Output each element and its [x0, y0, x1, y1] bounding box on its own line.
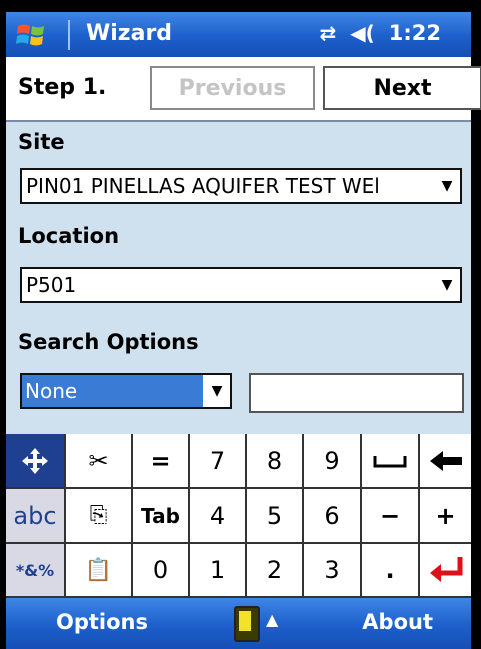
enter-key[interactable]	[420, 544, 471, 598]
options-menu[interactable]: Options	[56, 610, 148, 634]
key-8[interactable]: 8	[247, 434, 304, 489]
previous-button[interactable]: Previous	[150, 66, 315, 110]
caret-up-icon[interactable]: ▲	[266, 610, 278, 629]
about-menu[interactable]: About	[362, 610, 433, 634]
key-0[interactable]: 0	[133, 544, 190, 598]
key-equals[interactable]: =	[133, 434, 190, 489]
search-options-value: None	[22, 375, 203, 407]
search-options-label: Search Options	[18, 330, 199, 354]
chevron-down-icon[interactable]: ▼	[434, 269, 460, 301]
clock[interactable]: 1:22	[389, 21, 441, 45]
copy-key[interactable]: ⎘	[66, 489, 133, 544]
location-dropdown[interactable]: P501 ▼	[20, 267, 462, 303]
abc-key[interactable]: abc	[6, 489, 66, 544]
space-icon	[373, 455, 407, 467]
paste-key[interactable]: 📋	[66, 544, 133, 598]
location-label: Location	[18, 224, 120, 248]
chevron-down-icon[interactable]: ▼	[434, 170, 460, 202]
backspace-key[interactable]	[420, 434, 471, 489]
backspace-arrow-icon	[429, 450, 462, 471]
menu-bar: Options ▲ About	[6, 598, 471, 649]
soft-keyboard: ✂ = 7 8 9 abc ⎘ Tab 4 5 6 − + *&% 📋 0 1 …	[6, 434, 471, 598]
key-4[interactable]: 4	[190, 489, 247, 544]
key-9[interactable]: 9	[304, 434, 362, 489]
titlebar-divider	[68, 20, 70, 50]
tab-key[interactable]: Tab	[133, 489, 190, 544]
status-area: ⇄ ◀( 1:22	[319, 21, 441, 45]
key-7[interactable]: 7	[190, 434, 247, 489]
key-2[interactable]: 2	[247, 544, 304, 598]
wizard-form: Site PIN01 PINELLAS AQUIFER TEST WEl ▼ L…	[6, 122, 471, 434]
symbols-key[interactable]: *&%	[6, 544, 66, 598]
scissors-icon: ✂	[88, 446, 109, 475]
search-text-input[interactable]	[249, 373, 464, 413]
windows-start-icon[interactable]	[16, 20, 46, 50]
space-key[interactable]	[362, 434, 420, 489]
next-button[interactable]: Next	[323, 66, 481, 110]
window-title: Wizard	[86, 21, 173, 46]
key-1[interactable]: 1	[190, 544, 247, 598]
cut-key[interactable]: ✂	[66, 434, 133, 489]
key-plus[interactable]: +	[420, 489, 471, 544]
move-arrows-icon	[22, 447, 48, 474]
enter-arrow-icon	[429, 557, 462, 582]
connectivity-icon[interactable]: ⇄	[319, 21, 336, 45]
key-5[interactable]: 5	[247, 489, 304, 544]
key-minus[interactable]: −	[362, 489, 420, 544]
volume-icon[interactable]: ◀(	[350, 21, 375, 45]
site-value: PIN01 PINELLAS AQUIFER TEST WEl	[26, 174, 380, 198]
copy-icon: ⎘	[89, 503, 108, 528]
location-value: P501	[26, 273, 77, 297]
key-6[interactable]: 6	[304, 489, 362, 544]
search-options-dropdown[interactable]: None ▼	[20, 373, 232, 409]
title-bar: Wizard ⇄ ◀( 1:22	[6, 12, 471, 57]
input-panel-icon[interactable]	[234, 606, 260, 642]
site-label: Site	[18, 130, 65, 154]
clipboard-icon: 📋	[84, 557, 113, 583]
step-label: Step 1.	[18, 75, 107, 100]
key-period[interactable]: .	[362, 544, 420, 598]
site-dropdown[interactable]: PIN01 PINELLAS AQUIFER TEST WEl ▼	[20, 168, 462, 204]
chevron-down-icon[interactable]: ▼	[204, 375, 230, 407]
key-3[interactable]: 3	[304, 544, 362, 598]
navigate-key[interactable]	[6, 434, 66, 489]
wizard-step-bar: Step 1. Previous Next	[6, 57, 481, 122]
